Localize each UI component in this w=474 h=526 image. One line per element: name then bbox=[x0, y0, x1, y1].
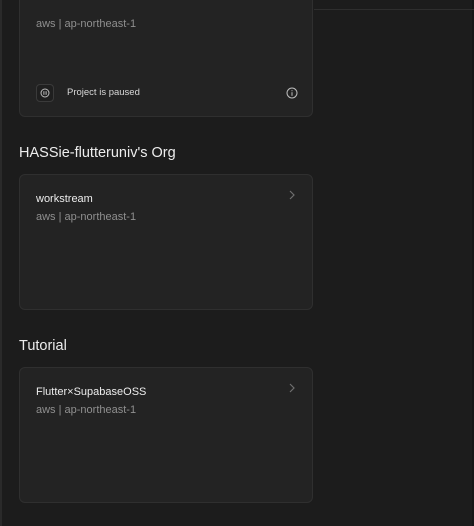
project-region: aws | ap-northeast-1 bbox=[36, 18, 137, 30]
chevron-right-icon bbox=[288, 190, 296, 200]
info-icon[interactable] bbox=[286, 87, 298, 99]
project-region: aws | ap-northeast-1 bbox=[36, 211, 137, 223]
project-card-flutter-supabase[interactable]: Flutter×SupabaseOSS aws | ap-northeast-1 bbox=[19, 367, 313, 503]
project-region: aws | ap-northeast-1 bbox=[36, 404, 137, 416]
project-name: Flutter×SupabaseOSS bbox=[36, 386, 147, 398]
org-heading: HASSie-flutteruniv's Org bbox=[19, 145, 176, 161]
header-divider bbox=[314, 9, 474, 10]
projects-page: aws | ap-northeast-1 Project is paused H… bbox=[0, 0, 474, 526]
org-heading: Tutorial bbox=[19, 338, 67, 354]
sidebar-edge bbox=[0, 0, 2, 526]
project-card-paused[interactable]: aws | ap-northeast-1 Project is paused bbox=[19, 0, 313, 117]
paused-status-row: Project is paused bbox=[36, 84, 298, 102]
paused-status-label: Project is paused bbox=[67, 87, 140, 98]
project-card-workstream[interactable]: workstream aws | ap-northeast-1 bbox=[19, 174, 313, 310]
project-name: workstream bbox=[36, 193, 93, 205]
chevron-right-icon bbox=[288, 383, 296, 393]
pause-circle-icon[interactable] bbox=[36, 84, 54, 102]
